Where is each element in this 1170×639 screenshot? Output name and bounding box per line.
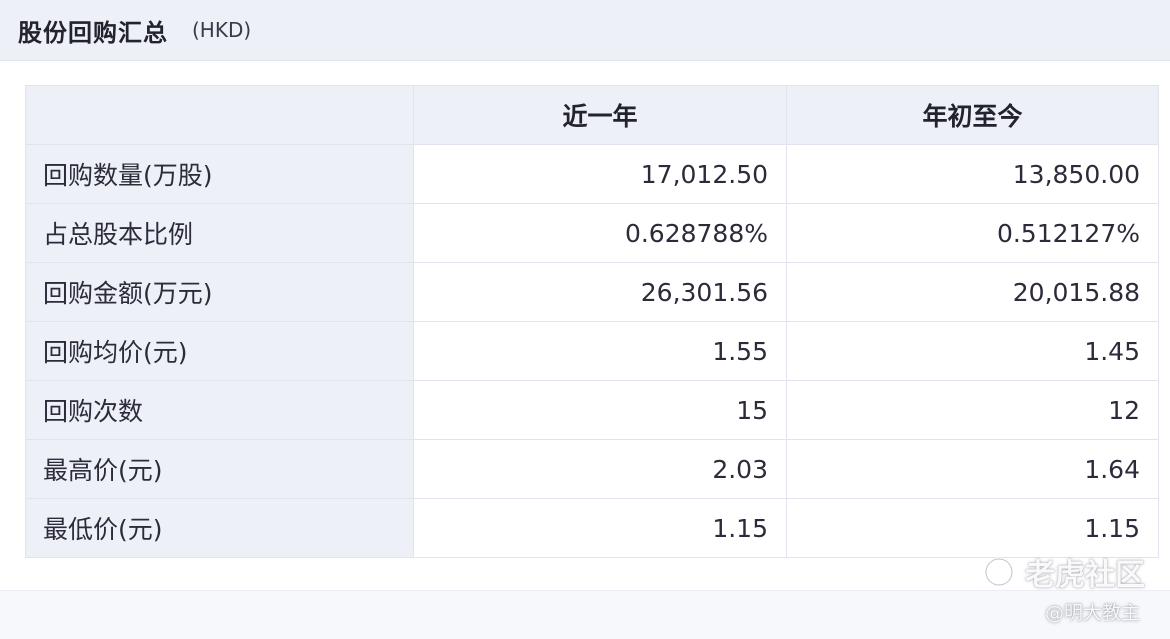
value-last-year: 26,301.56 <box>413 262 787 322</box>
value-last-year: 2.03 <box>413 439 787 499</box>
row-label: 回购数量(万股) <box>25 144 414 204</box>
summary-header: 股份回购汇总 (HKD) <box>0 0 1170 61</box>
table-row: 回购金额(万元) 26,301.56 20,015.88 <box>25 262 1159 322</box>
header-corner-cell <box>25 85 414 145</box>
row-label: 回购次数 <box>25 380 414 440</box>
brand-watermark-text: 老虎社区 <box>1025 558 1145 593</box>
row-label: 回购金额(万元) <box>25 262 414 322</box>
value-last-year: 17,012.50 <box>413 144 787 204</box>
buyback-summary-table: 近一年 年初至今 回购数量(万股) 17,012.50 13,850.00 占总… <box>25 85 1159 565</box>
table-row: 回购数量(万股) 17,012.50 13,850.00 <box>25 144 1159 204</box>
value-ytd: 0.512127% <box>786 203 1159 263</box>
tiger-logo-icon <box>984 557 1014 587</box>
value-ytd: 1.64 <box>786 439 1159 499</box>
row-label: 占总股本比例 <box>25 203 414 263</box>
row-label: 最低价(元) <box>25 498 414 558</box>
row-label: 回购均价(元) <box>25 321 414 381</box>
value-ytd: 12 <box>786 380 1159 440</box>
table-row: 回购次数 15 12 <box>25 380 1159 440</box>
value-last-year: 15 <box>413 380 787 440</box>
value-ytd: 1.45 <box>786 321 1159 381</box>
column-header-last-year: 近一年 <box>413 85 787 145</box>
value-last-year: 1.15 <box>413 498 787 558</box>
value-ytd: 1.15 <box>786 498 1159 558</box>
column-header-ytd: 年初至今 <box>786 85 1159 145</box>
footer-band <box>0 590 1170 639</box>
table-row: 占总股本比例 0.628788% 0.512127% <box>25 203 1159 263</box>
page-title: 股份回购汇总 <box>18 18 168 47</box>
brand-watermark: 老虎社区 <box>983 550 1145 594</box>
author-watermark: @明大教主 <box>1045 602 1141 624</box>
table-row: 最高价(元) 2.03 1.64 <box>25 439 1159 499</box>
row-label: 最高价(元) <box>25 439 414 499</box>
value-last-year: 0.628788% <box>413 203 787 263</box>
currency-label: (HKD) <box>192 18 252 42</box>
table-row: 最低价(元) 1.15 1.15 <box>25 498 1159 558</box>
value-last-year: 1.55 <box>413 321 787 381</box>
value-ytd: 20,015.88 <box>786 262 1159 322</box>
table-header-row: 近一年 年初至今 <box>25 85 1159 145</box>
value-ytd: 13,850.00 <box>786 144 1159 204</box>
table-row: 回购均价(元) 1.55 1.45 <box>25 321 1159 381</box>
